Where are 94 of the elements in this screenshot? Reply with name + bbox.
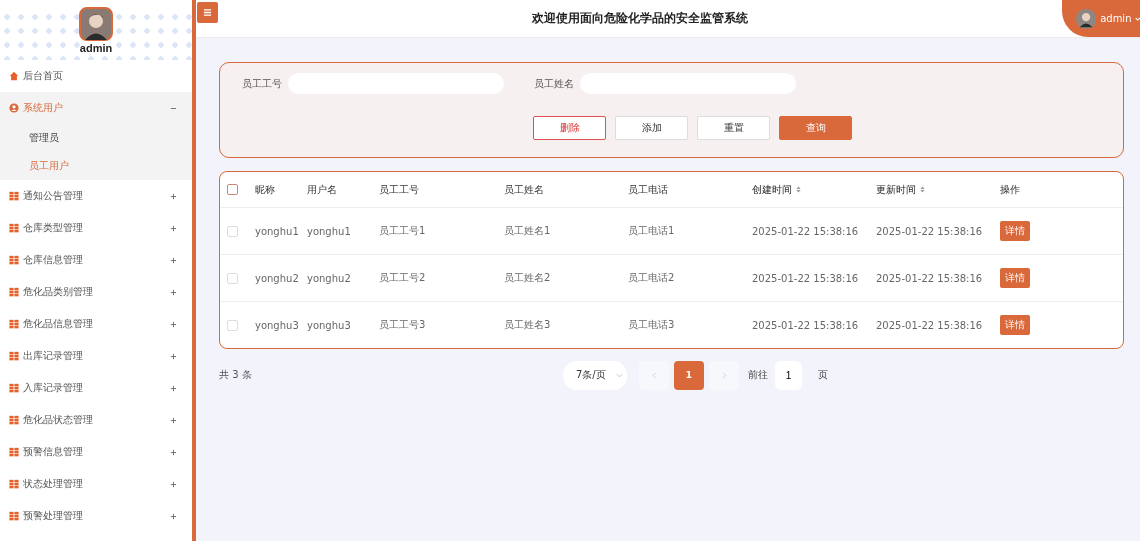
menu-item[interactable]: 仓库信息管理 [0, 244, 192, 276]
menu-item[interactable]: 状态处理管理 [0, 468, 192, 500]
grid-icon [9, 479, 19, 489]
table-cell: 2025-01-22 15:38:16 [876, 272, 983, 284]
total-count: 共 3 条 [219, 368, 253, 382]
expand-icon[interactable] [170, 192, 177, 200]
grid-icon [9, 223, 19, 233]
search-button[interactable]: 查询 [779, 116, 852, 140]
home-icon [9, 71, 19, 81]
menu-item[interactable]: 出库记录管理 [0, 340, 192, 372]
menu-item[interactable]: 入库记录管理 [0, 372, 192, 404]
expand-icon[interactable] [170, 352, 177, 360]
avatar [79, 7, 113, 41]
goto-label: 前往 [748, 368, 768, 382]
grid-icon [9, 383, 19, 393]
menu-item[interactable]: 仓库类型管理 [0, 212, 192, 244]
grid-icon [9, 191, 19, 201]
table-cell: 2025-01-22 15:38:16 [752, 225, 859, 237]
action-button[interactable]: 删除 [533, 116, 606, 140]
chevron-right-icon [720, 371, 728, 379]
sort-icon[interactable] [796, 186, 801, 193]
expand-icon[interactable] [170, 256, 177, 264]
table-cell: 员工工号1 [379, 224, 426, 238]
page-input[interactable]: 1 [775, 360, 802, 390]
table-cell: 2025-01-22 15:38:16 [876, 225, 983, 237]
caret-icon [616, 371, 623, 379]
submenu-item[interactable]: 管理员 [0, 124, 192, 152]
expand-icon[interactable] [170, 224, 177, 232]
page-title: 欢迎使用面向危险化学品的安全监管系统 [531, 10, 749, 27]
table-cell: 2025-01-22 15:38:16 [876, 319, 983, 331]
table-cell: 员工姓名3 [504, 318, 551, 332]
sidebar-username: admin [79, 42, 113, 54]
table-cell: 员工电话2 [628, 271, 675, 285]
table-cell: 员工电话3 [628, 318, 675, 332]
detail-button[interactable]: 详情 [1000, 315, 1030, 335]
page-unit: 页 [818, 368, 828, 382]
menu-item[interactable]: 预警处理管理 [0, 500, 192, 532]
column-header: 昵称 [255, 182, 275, 197]
expand-icon[interactable] [170, 480, 177, 488]
grid-icon [9, 511, 19, 521]
user-icon [9, 103, 19, 113]
avatar [1076, 7, 1097, 30]
expand-icon[interactable] [170, 448, 177, 456]
action-button[interactable]: 添加 [615, 116, 688, 140]
table-cell: 员工电话1 [628, 224, 675, 238]
expand-icon[interactable] [170, 288, 177, 296]
column-header: 用户名 [307, 182, 337, 197]
checkbox[interactable] [227, 184, 238, 195]
grid-icon [9, 287, 19, 297]
column-header: 员工工号 [379, 182, 419, 197]
grid-icon [9, 447, 19, 457]
menu-item[interactable]: 后台首页 [0, 60, 192, 92]
detail-button[interactable]: 详情 [1000, 221, 1030, 241]
table-cell: yonghu1 [307, 225, 351, 237]
table-cell: 员工工号3 [379, 318, 426, 332]
action-button[interactable]: 重置 [697, 116, 770, 140]
table-cell: yonghu1 [255, 225, 299, 237]
grid-icon [9, 415, 19, 425]
user-menu[interactable]: admin [1062, 0, 1140, 37]
table-cell: 员工姓名2 [504, 271, 551, 285]
sort-icon[interactable] [920, 186, 925, 193]
field-label: 员工姓名 [534, 76, 574, 91]
column-header: 更新时间 [876, 182, 916, 197]
expand-icon[interactable] [170, 320, 177, 328]
expand-icon[interactable] [170, 384, 177, 392]
column-header: 员工姓名 [504, 182, 544, 197]
grid-icon [9, 319, 19, 329]
menu-item[interactable]: 危化品信息管理 [0, 308, 192, 340]
column-header: 员工电话 [628, 182, 668, 197]
page-button[interactable]: 1 [674, 360, 704, 390]
page-size-select[interactable]: 7条/页 [563, 360, 627, 390]
caret-icon [1134, 15, 1140, 22]
grid-icon [9, 351, 19, 361]
table-cell: 2025-01-22 15:38:16 [752, 319, 859, 331]
table-cell: yonghu2 [255, 272, 299, 284]
chevron-left-icon [650, 371, 658, 379]
table-cell: yonghu3 [307, 319, 351, 331]
expand-icon[interactable] [170, 416, 177, 424]
grid-icon [9, 255, 19, 265]
menu-icon[interactable] [197, 2, 218, 23]
menu-item[interactable]: 预警信息管理 [0, 436, 192, 468]
menu-item[interactable]: 危化品状态管理 [0, 404, 192, 436]
table-cell: 2025-01-22 15:38:16 [752, 272, 859, 284]
expand-icon[interactable] [170, 512, 177, 520]
column-header: 操作 [1000, 182, 1020, 197]
table-cell: yonghu2 [307, 272, 351, 284]
menu-item[interactable]: 通知公告管理 [0, 180, 192, 212]
column-header: 创建时间 [752, 182, 792, 197]
field-label: 员工工号 [242, 76, 282, 91]
menu-item[interactable]: 危化品类别管理 [0, 276, 192, 308]
detail-button[interactable]: 详情 [1000, 268, 1030, 288]
table-cell: 员工工号2 [379, 271, 426, 285]
table-cell: yonghu3 [255, 319, 299, 331]
table-cell: 员工姓名1 [504, 224, 551, 238]
